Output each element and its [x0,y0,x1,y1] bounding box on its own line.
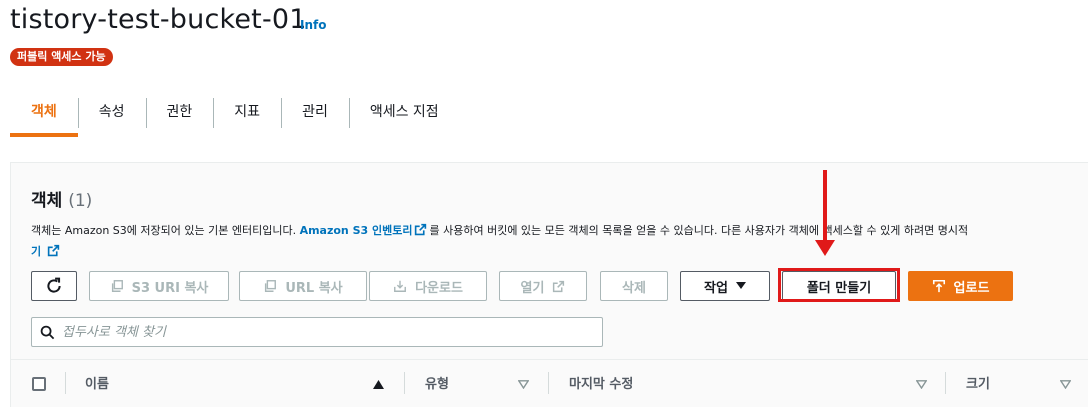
actions-dropdown[interactable]: 작업 [680,271,770,301]
external-link-icon [415,223,427,236]
copy-s3-uri-label: S3 URI 복사 [131,280,209,296]
upload-icon [932,279,945,293]
desc-link-2[interactable]: 기 [31,245,41,258]
col-separator [945,372,946,394]
bucket-title: tistory-test-bucket-01 [10,4,307,35]
caret-down-icon [735,282,746,289]
object-count: (1) [68,191,93,211]
tab-metrics[interactable]: 지표 [213,96,281,128]
sort-descending-icon[interactable] [916,380,927,389]
panel-title: 객체 (1) [31,186,92,211]
annotation-arrow-line [823,170,827,245]
create-folder-label: 폴더 만들기 [806,280,872,296]
copy-s3-uri-button[interactable]: S3 URI 복사 [89,271,229,301]
delete-button[interactable]: 삭제 [600,271,668,301]
column-header-name[interactable]: 이름 [85,373,109,397]
create-folder-button[interactable]: 폴더 만들기 [782,271,896,301]
tab-permissions[interactable]: 권한 [145,96,214,128]
external-link-icon [47,244,59,257]
table-header: 이름 유형 마지막 수정 크기 [11,359,1088,407]
search-icon [40,325,55,340]
annotation-arrow-head [815,240,835,256]
tab-management[interactable]: 관리 [281,96,349,128]
inventory-link[interactable]: Amazon S3 인벤토리 [300,224,413,237]
open-label: 열기 [520,280,545,296]
delete-label: 삭제 [622,280,646,296]
column-header-type[interactable]: 유형 [425,373,449,397]
info-link[interactable]: Info [300,18,326,32]
column-header-last-modified[interactable]: 마지막 수정 [569,373,633,397]
column-header-size[interactable]: 크기 [966,373,990,397]
sort-descending-icon[interactable] [1060,380,1071,389]
external-link-icon [553,280,565,292]
copy-icon [265,280,277,292]
upload-label: 업로드 [953,280,990,296]
desc-text-2: 를 사용하여 버킷에 있는 모든 객체의 목록을 얻을 수 있습니다. 다른 사… [429,224,969,237]
sort-descending-icon[interactable] [518,380,529,389]
desc-text-1: 객체는 Amazon S3에 저장되어 있는 기본 엔터티입니다. [31,224,300,237]
download-label: 다운로드 [415,280,463,296]
refresh-button[interactable] [31,271,77,301]
actions-label: 작업 [704,280,728,296]
objects-panel: 객체 (1) 객체는 Amazon S3에 저장되어 있는 기본 엔터티입니다.… [10,162,1088,407]
col-separator [404,372,405,394]
download-button[interactable]: 다운로드 [369,271,487,301]
col-separator [548,372,549,394]
open-button[interactable]: 열기 [499,271,587,301]
search-input[interactable] [62,322,592,342]
panel-description: 객체는 Amazon S3에 저장되어 있는 기본 엔터티입니다. Amazon… [31,220,1088,262]
public-access-badge: 퍼블릭 액세스 가능 [10,48,113,66]
sort-ascending-icon[interactable] [373,380,384,389]
col-separator [65,372,66,394]
tab-properties[interactable]: 속성 [77,96,146,128]
panel-title-text: 객체 [31,191,63,211]
copy-url-label: URL 복사 [285,280,343,296]
tab-access-points[interactable]: 액세스 지점 [348,96,460,128]
refresh-icon [47,277,61,293]
search-field[interactable] [31,317,603,347]
copy-url-button[interactable]: URL 복사 [239,271,367,301]
download-icon [394,280,407,292]
tab-objects[interactable]: 객체 [10,96,78,137]
upload-button[interactable]: 업로드 [908,271,1013,301]
select-all-checkbox[interactable] [32,377,46,391]
copy-icon [111,280,123,292]
tab-bar: 객체 속성 권한 지표 관리 액세스 지점 [10,96,460,142]
